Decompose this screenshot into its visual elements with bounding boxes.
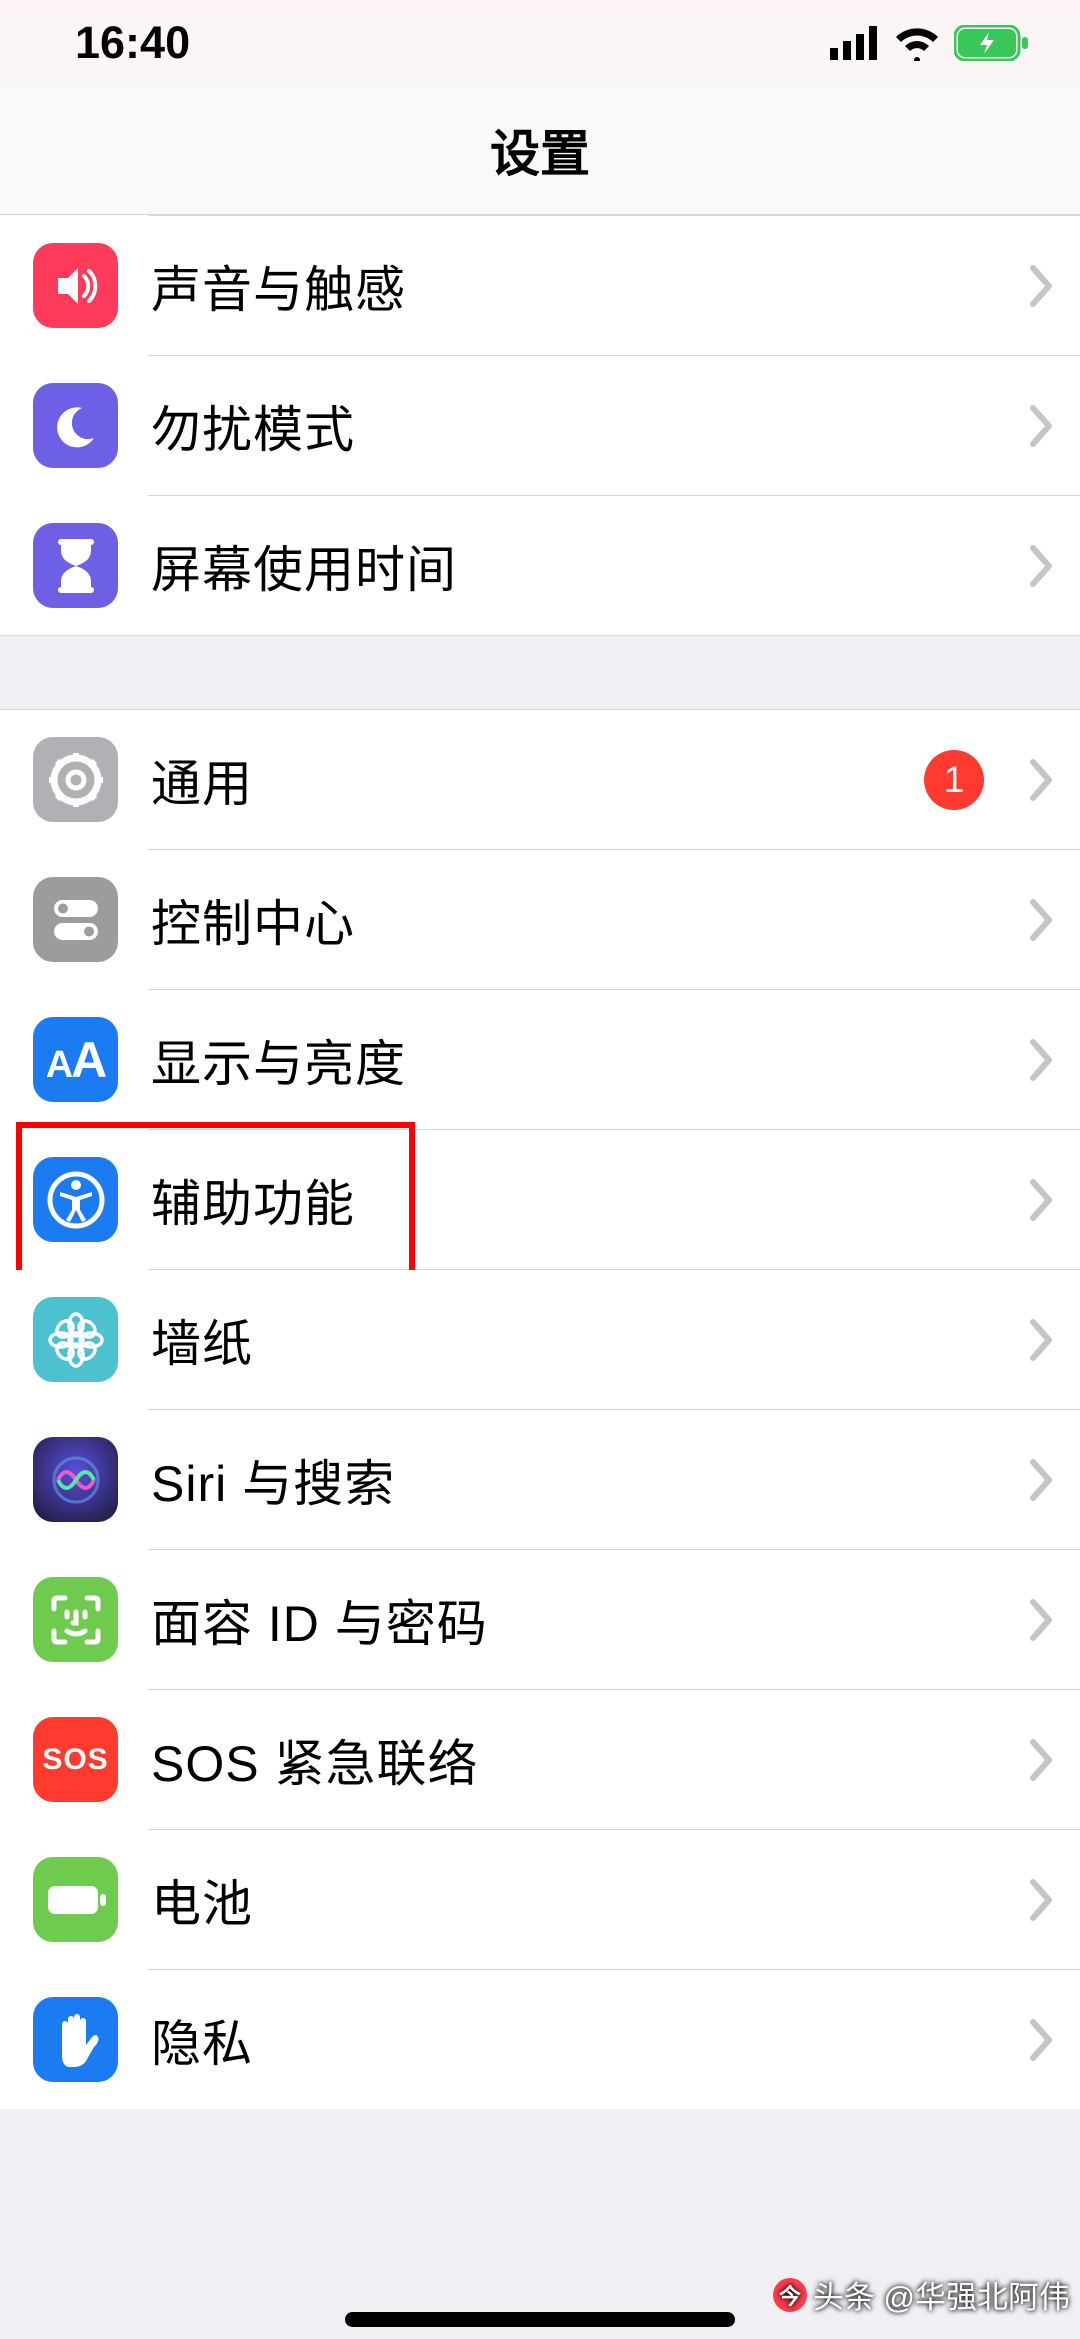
settings-item-accessibility[interactable]: 辅助功能 xyxy=(0,1130,1080,1269)
chevron-right-icon xyxy=(1029,544,1055,588)
item-label: 面容 ID 与密码 xyxy=(151,1584,996,1656)
chevron-right-icon xyxy=(1029,2018,1055,2062)
accessibility-icon xyxy=(33,1157,118,1242)
settings-group-1: 声音与触感 勿扰模式 屏幕使用时间 xyxy=(0,215,1080,636)
wifi-icon xyxy=(892,25,942,61)
item-label: 隐私 xyxy=(151,2004,996,2076)
item-label: 墙纸 xyxy=(151,1304,996,1376)
chevron-right-icon xyxy=(1029,1038,1055,1082)
battery-icon xyxy=(33,1857,118,1942)
chevron-right-icon xyxy=(1029,1318,1055,1362)
hand-icon xyxy=(33,1997,118,2082)
item-label: 显示与亮度 xyxy=(151,1024,996,1096)
settings-item-sounds[interactable]: 声音与触感 xyxy=(0,216,1080,355)
sos-icon: SOS xyxy=(33,1717,118,1802)
item-label: SOS 紧急联络 xyxy=(151,1724,996,1796)
settings-item-display[interactable]: AA 显示与亮度 xyxy=(0,990,1080,1129)
chevron-right-icon xyxy=(1029,1598,1055,1642)
status-bar: 16:40 xyxy=(0,0,1080,85)
item-label: 勿扰模式 xyxy=(151,390,996,462)
gear-icon xyxy=(33,737,118,822)
chevron-right-icon xyxy=(1029,1458,1055,1502)
page-title: 设置 xyxy=(490,114,590,186)
chevron-right-icon xyxy=(1029,404,1055,448)
speaker-icon xyxy=(33,243,118,328)
status-indicators xyxy=(830,25,1030,61)
hourglass-icon xyxy=(33,523,118,608)
settings-item-control-center[interactable]: 控制中心 xyxy=(0,850,1080,989)
item-label: Siri 与搜索 xyxy=(151,1444,996,1516)
chevron-right-icon xyxy=(1029,898,1055,942)
settings-item-general[interactable]: 通用 1 xyxy=(0,710,1080,849)
chevron-right-icon xyxy=(1029,264,1055,308)
chevron-right-icon xyxy=(1029,1738,1055,1782)
moon-icon xyxy=(33,383,118,468)
notification-badge: 1 xyxy=(924,750,984,810)
chevron-right-icon xyxy=(1029,1878,1055,1922)
status-time: 16:40 xyxy=(75,17,190,69)
item-label: 声音与触感 xyxy=(151,250,996,322)
face-id-icon xyxy=(33,1577,118,1662)
siri-icon xyxy=(33,1437,118,1522)
battery-charging-icon xyxy=(954,25,1030,61)
settings-item-faceid[interactable]: 面容 ID 与密码 xyxy=(0,1550,1080,1689)
item-label: 通用 xyxy=(151,744,891,816)
watermark: 今 头条 @华强北阿伟 xyxy=(773,2272,1070,2317)
home-indicator[interactable] xyxy=(345,2312,735,2327)
item-label: 电池 xyxy=(151,1864,996,1936)
settings-item-dnd[interactable]: 勿扰模式 xyxy=(0,356,1080,495)
flower-icon xyxy=(33,1297,118,1382)
settings-item-sos[interactable]: SOS SOS 紧急联络 xyxy=(0,1690,1080,1829)
settings-item-screentime[interactable]: 屏幕使用时间 xyxy=(0,496,1080,635)
settings-item-siri[interactable]: Siri 与搜索 xyxy=(0,1410,1080,1549)
item-label: 屏幕使用时间 xyxy=(151,530,996,602)
text-size-icon: AA xyxy=(33,1017,118,1102)
toggles-icon xyxy=(33,877,118,962)
chevron-right-icon xyxy=(1029,1178,1055,1222)
item-label: 辅助功能 xyxy=(151,1164,996,1236)
settings-item-wallpaper[interactable]: 墙纸 xyxy=(0,1270,1080,1409)
page-header: 设置 xyxy=(0,85,1080,215)
settings-item-privacy[interactable]: 隐私 xyxy=(0,1970,1080,2109)
settings-item-battery[interactable]: 电池 xyxy=(0,1830,1080,1969)
settings-group-2: 通用 1 控制中心 AA 显示与亮度 辅助功能 xyxy=(0,709,1080,2109)
item-label: 控制中心 xyxy=(151,884,996,956)
chevron-right-icon xyxy=(1029,758,1055,802)
cellular-icon xyxy=(830,26,880,60)
